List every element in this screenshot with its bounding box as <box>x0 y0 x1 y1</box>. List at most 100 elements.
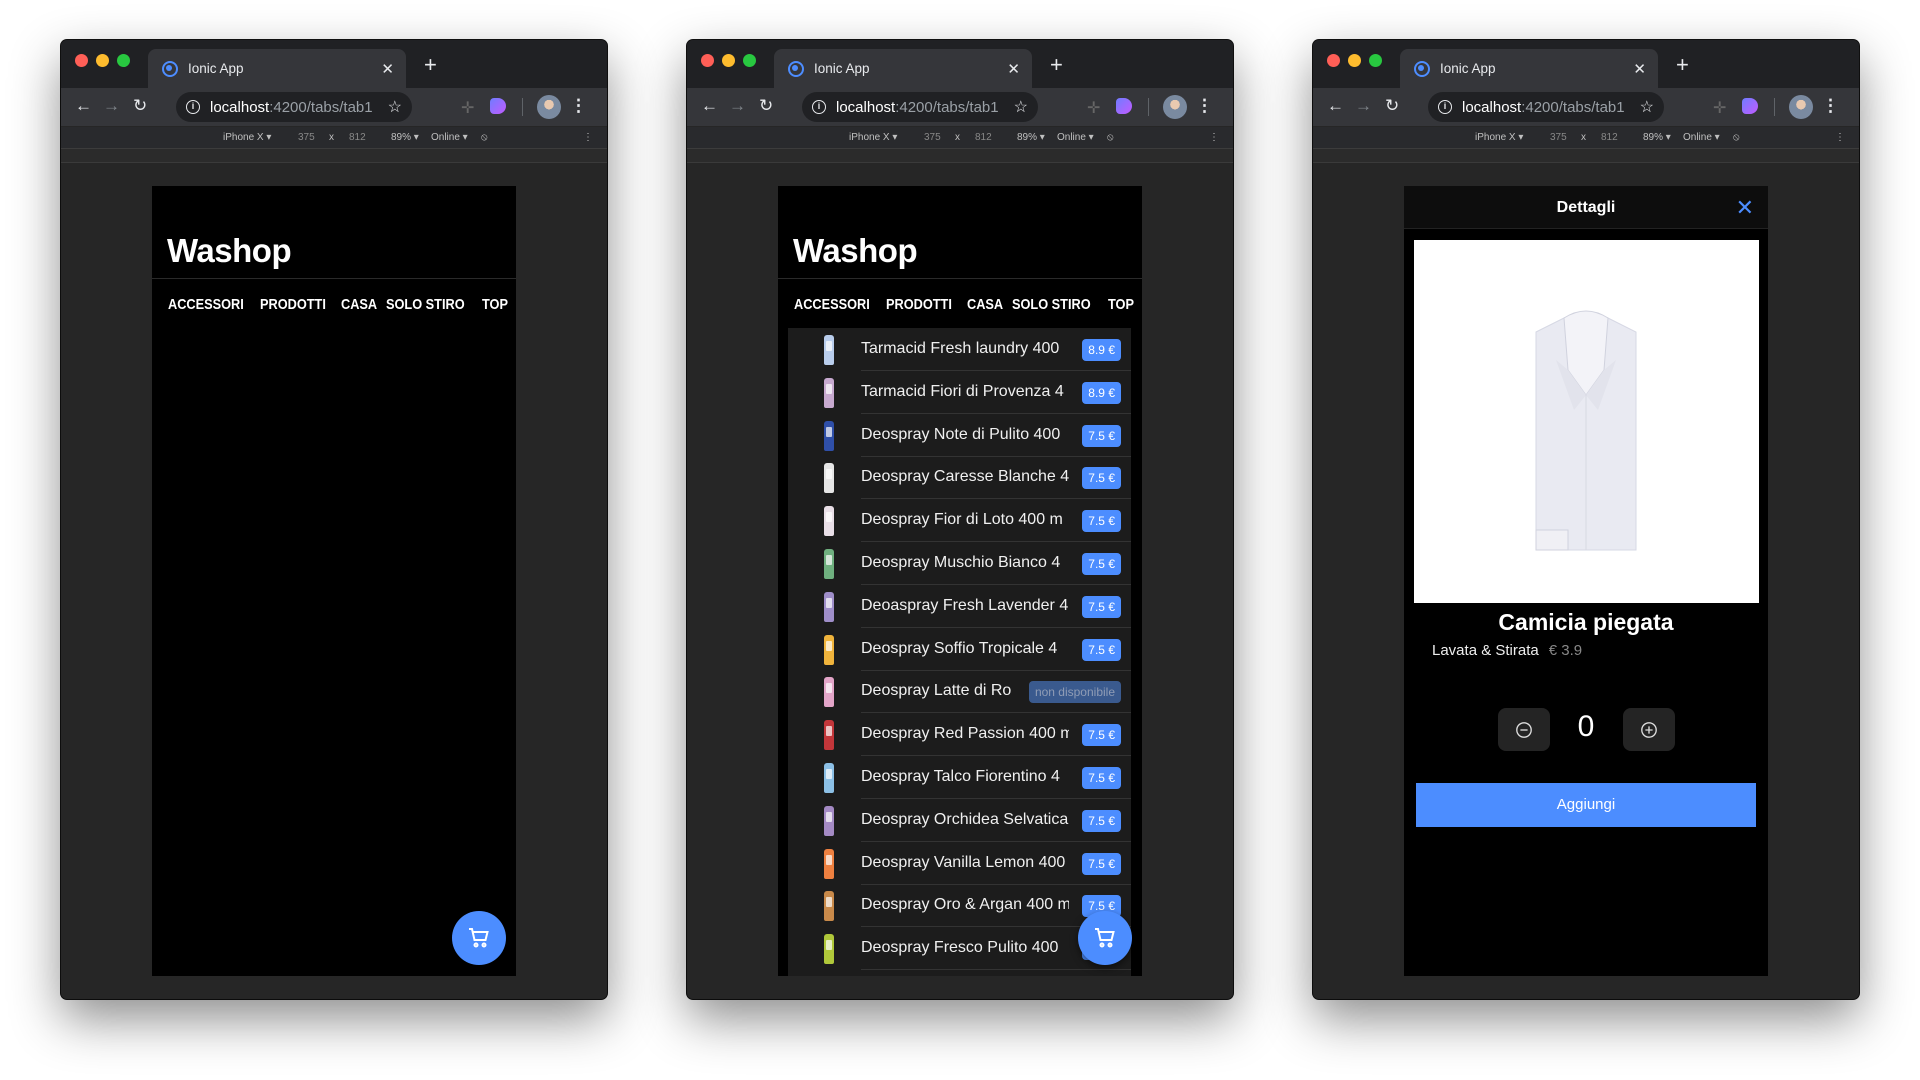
extension-icon[interactable]: ✛ <box>461 98 477 117</box>
rotate-icon[interactable]: ⦸ <box>1733 132 1740 143</box>
extension-icon[interactable]: ✛ <box>1713 98 1729 117</box>
reload-icon[interactable]: ↻ <box>1385 96 1399 116</box>
tab-casa[interactable]: CASA <box>341 296 377 313</box>
bookmark-star-icon[interactable]: ☆ <box>1640 97 1654 117</box>
product-item[interactable]: Deospray Talco Fiorentino 4 7.5 € <box>788 756 1131 799</box>
maximize-window-button[interactable] <box>1369 54 1382 67</box>
reload-icon[interactable]: ↻ <box>759 96 773 116</box>
bookmark-star-icon[interactable]: ☆ <box>388 97 402 117</box>
new-tab-button[interactable]: + <box>424 52 437 78</box>
product-item[interactable]: Deospray Soffio Tropicale 4 7.5 € <box>788 628 1131 671</box>
browser-tab[interactable]: Ionic App ✕ <box>774 49 1032 88</box>
device-menu-icon[interactable]: ⋮ <box>583 132 593 143</box>
tab-prodotti[interactable]: PRODOTTI <box>260 296 326 313</box>
close-window-button[interactable] <box>701 54 714 67</box>
browser-menu-icon[interactable]: ⋮ <box>1196 96 1213 116</box>
tab-prodotti[interactable]: PRODOTTI <box>886 296 952 313</box>
tab-top[interactable]: TOP <box>1108 296 1134 313</box>
minimize-window-button[interactable] <box>96 54 109 67</box>
product-item[interactable]: Deospray Fior di Loto 400 m 7.5 € <box>788 499 1131 543</box>
device-height[interactable]: 812 <box>1601 132 1618 143</box>
close-window-button[interactable] <box>1327 54 1340 67</box>
bookmark-star-icon[interactable]: ☆ <box>1014 97 1028 117</box>
tab-top[interactable]: TOP <box>482 296 508 313</box>
cart-button[interactable] <box>1078 911 1132 965</box>
tab-accessori[interactable]: ACCESSORI <box>168 296 244 313</box>
back-icon[interactable]: ← <box>1327 96 1344 116</box>
product-item[interactable]: Deospray Note di Pulito 400 7.5 € <box>788 414 1131 457</box>
network-select[interactable]: Online ▾ <box>431 132 468 143</box>
forward-icon[interactable]: → <box>729 96 746 116</box>
product-item[interactable]: Deospray Orchidea Selvatica 7.5 € <box>788 799 1131 842</box>
tab-solo-stiro[interactable]: SOLO STIRO <box>386 296 465 313</box>
device-select[interactable]: iPhone X ▾ <box>223 132 271 143</box>
product-item[interactable]: Tarmacid Fresh laundry 400 8.9 € <box>788 328 1131 371</box>
product-item[interactable]: Deospray Latte di Ro non disponibile <box>788 670 1131 714</box>
maximize-window-button[interactable] <box>743 54 756 67</box>
new-tab-button[interactable]: + <box>1050 52 1063 78</box>
close-tab-icon[interactable]: ✕ <box>381 60 394 78</box>
address-bar[interactable]: i localhost:4200/tabs/tab1 ☆ <box>176 92 412 122</box>
device-width[interactable]: 375 <box>924 132 941 143</box>
profile-avatar[interactable] <box>1163 95 1187 119</box>
network-select[interactable]: Online ▾ <box>1683 132 1720 143</box>
product-item[interactable]: Deospray Vanilla Lemon 400 7.5 € <box>788 842 1131 885</box>
forward-icon[interactable]: → <box>103 96 120 116</box>
product-item[interactable]: Deospray Oro & Argan 400 m 7.5 € <box>788 884 1131 928</box>
browser-tab[interactable]: Ionic App ✕ <box>148 49 406 88</box>
reload-icon[interactable]: ↻ <box>133 96 147 116</box>
info-icon[interactable]: i <box>812 100 826 114</box>
cart-button[interactable] <box>452 911 506 965</box>
extension-icon[interactable] <box>1742 98 1758 114</box>
extension-icon[interactable]: ✛ <box>1087 98 1103 117</box>
back-icon[interactable]: ← <box>701 96 718 116</box>
product-item[interactable]: Deospray Muschio Bianco 4 7.5 € <box>788 542 1131 585</box>
increase-quantity-button[interactable] <box>1623 708 1675 751</box>
info-icon[interactable]: i <box>1438 100 1452 114</box>
profile-avatar[interactable] <box>537 95 561 119</box>
device-select[interactable]: iPhone X ▾ <box>1475 132 1523 143</box>
close-window-button[interactable] <box>75 54 88 67</box>
extension-icon[interactable] <box>1116 98 1132 114</box>
product-item[interactable]: Deospray Red Passion 400 m 7.5 € <box>788 713 1131 757</box>
product-item[interactable]: Deoaspray Fresh Lavender 4 7.5 € <box>788 585 1131 628</box>
divider <box>522 98 523 116</box>
info-icon[interactable]: i <box>186 100 200 114</box>
profile-avatar[interactable] <box>1789 95 1813 119</box>
minimize-window-button[interactable] <box>722 54 735 67</box>
device-height[interactable]: 812 <box>349 132 366 143</box>
product-list[interactable]: Tarmacid Fresh laundry 400 8.9 € Tarmaci… <box>788 328 1131 976</box>
address-bar[interactable]: i localhost:4200/tabs/tab1 ☆ <box>802 92 1038 122</box>
address-bar[interactable]: i localhost:4200/tabs/tab1 ☆ <box>1428 92 1664 122</box>
close-tab-icon[interactable]: ✕ <box>1633 60 1646 78</box>
product-item[interactable]: Deospray Caresse Blanche 4 7.5 € <box>788 456 1131 500</box>
maximize-window-button[interactable] <box>117 54 130 67</box>
device-menu-icon[interactable]: ⋮ <box>1835 132 1845 143</box>
forward-icon[interactable]: → <box>1355 96 1372 116</box>
tab-solo-stiro[interactable]: SOLO STIRO <box>1012 296 1091 313</box>
browser-menu-icon[interactable]: ⋮ <box>1822 96 1839 116</box>
tab-accessori[interactable]: ACCESSORI <box>794 296 870 313</box>
browser-tab[interactable]: Ionic App ✕ <box>1400 49 1658 88</box>
zoom-select[interactable]: 89% ▾ <box>1017 132 1045 143</box>
extension-icon[interactable] <box>490 98 506 114</box>
add-to-cart-button[interactable]: Aggiungi <box>1416 783 1756 827</box>
tab-casa[interactable]: CASA <box>967 296 1003 313</box>
device-menu-icon[interactable]: ⋮ <box>1209 132 1219 143</box>
browser-menu-icon[interactable]: ⋮ <box>570 96 587 116</box>
device-width[interactable]: 375 <box>1550 132 1567 143</box>
rotate-icon[interactable]: ⦸ <box>481 132 488 143</box>
zoom-select[interactable]: 89% ▾ <box>1643 132 1671 143</box>
device-width[interactable]: 375 <box>298 132 315 143</box>
device-height[interactable]: 812 <box>975 132 992 143</box>
new-tab-button[interactable]: + <box>1676 52 1689 78</box>
rotate-icon[interactable]: ⦸ <box>1107 132 1114 143</box>
close-tab-icon[interactable]: ✕ <box>1007 60 1020 78</box>
close-icon[interactable]: ✕ <box>1736 186 1754 229</box>
network-select[interactable]: Online ▾ <box>1057 132 1094 143</box>
back-icon[interactable]: ← <box>75 96 92 116</box>
minimize-window-button[interactable] <box>1348 54 1361 67</box>
zoom-select[interactable]: 89% ▾ <box>391 132 419 143</box>
product-item[interactable]: Tarmacid Fiori di Provenza 4 8.9 € <box>788 371 1131 414</box>
device-select[interactable]: iPhone X ▾ <box>849 132 897 143</box>
